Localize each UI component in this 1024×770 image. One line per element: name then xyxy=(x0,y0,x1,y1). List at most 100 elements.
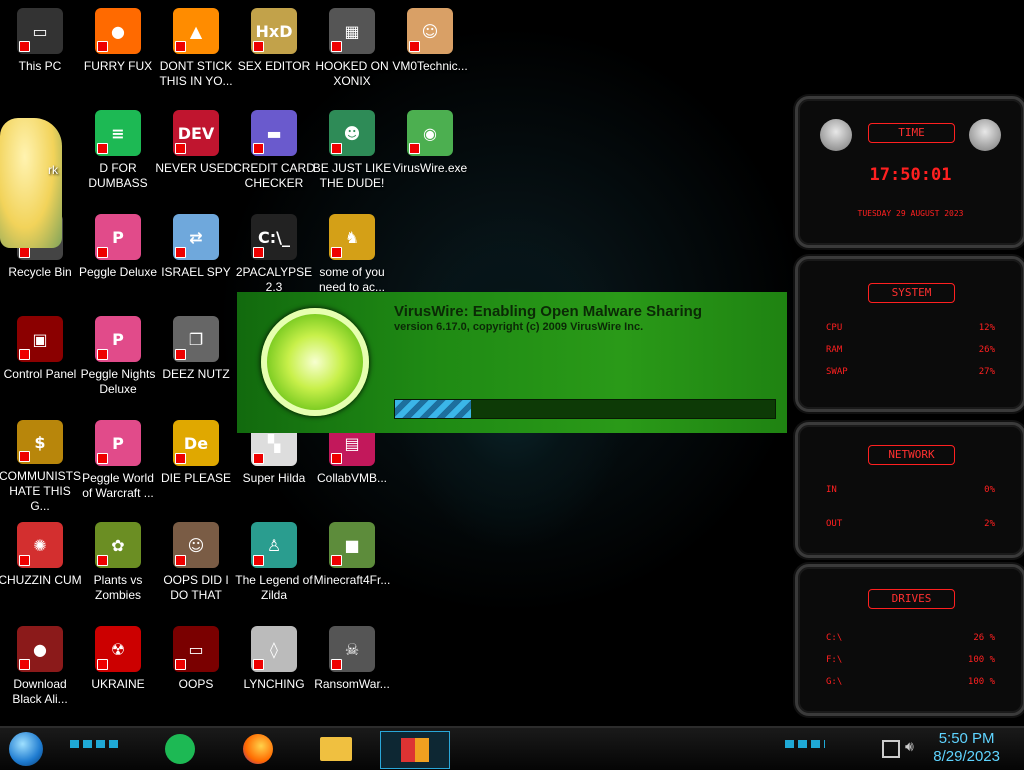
red-laptop-icon: ▭ xyxy=(173,626,219,672)
desktop-shortcut-label: BE JUST LIKE THE DUDE! xyxy=(312,161,392,190)
drives-stat-row: G:\ 100 % xyxy=(826,677,995,689)
volume-tray-icon[interactable]: 🔊︎ xyxy=(905,738,914,755)
desktop-shortcut-label: FURRY FUX xyxy=(83,59,153,73)
desktop-shortcut[interactable]: P Peggle Deluxe xyxy=(78,208,158,308)
desktop-shortcut[interactable]: ▦ HOOKED ON XONIX xyxy=(312,2,392,102)
desktop-shortcut[interactable]: DEV NEVER USED! xyxy=(155,104,237,204)
skull-icon: ☠ xyxy=(329,626,375,672)
shortcut-arrow-icon xyxy=(331,453,342,464)
drives-gadget[interactable]: DRIVES C:\ 26 % F:\ 100 % G:\ 100 % xyxy=(795,564,1024,716)
desktop-shortcut[interactable]: ☺ VM0Technic... xyxy=(390,2,470,102)
drives-stat-value: 100 % xyxy=(967,655,995,665)
shortcut-arrow-icon xyxy=(175,659,186,670)
desktop-shortcut[interactable]: HxD SEX EDITOR xyxy=(234,2,314,102)
desktop-shortcut[interactable]: ▭ This PC xyxy=(0,2,80,102)
desktop-shortcut[interactable]: ◉ VirusWire.exe xyxy=(390,104,470,204)
drives-gadget-header: DRIVES xyxy=(868,589,955,609)
shortcut-arrow-icon xyxy=(175,247,186,258)
desktop-shortcut-label: SEX EDITOR xyxy=(237,59,311,73)
taskbar: 🔊︎ 5:50 PM 8/29/2023 xyxy=(0,726,1024,770)
shortcut-arrow-icon xyxy=(19,659,30,670)
desktop-shortcut-label: NEVER USED! xyxy=(155,161,237,175)
desktop-shortcut[interactable]: P Peggle World of Warcraft ... xyxy=(78,414,158,514)
taskbar-clock[interactable]: 5:50 PM 8/29/2023 xyxy=(933,730,1000,766)
shortcut-arrow-icon xyxy=(97,41,108,52)
network-gadget-header: NETWORK xyxy=(868,445,955,465)
desktop-shortcut-label: UKRAINE xyxy=(91,677,145,691)
taskbar-firefox-button[interactable] xyxy=(238,731,278,767)
taskbar-green-app-button[interactable] xyxy=(160,731,200,767)
desktop-shortcut[interactable]: ☠ RansomWar... xyxy=(312,620,392,720)
app-window-icon xyxy=(401,738,429,762)
desktop-shortcut-label: DIE PLEASE xyxy=(160,471,232,485)
desktop-shortcut[interactable]: ♙ The Legend of Zilda xyxy=(234,516,314,616)
shortcut-arrow-icon xyxy=(409,41,420,52)
firefox-icon xyxy=(243,734,273,764)
desktop-shortcut-label: Download Black Ali... xyxy=(12,677,68,706)
network-tray-icon[interactable] xyxy=(882,740,900,758)
system-gadget-header: SYSTEM xyxy=(868,283,955,303)
taskbar-active-app-button[interactable] xyxy=(380,731,450,769)
this-pc-icon: ▭ xyxy=(17,8,63,54)
clock-date: 8/29/2023 xyxy=(933,748,1000,765)
shortcut-arrow-icon xyxy=(97,247,108,258)
rope-icon: ◊ xyxy=(251,626,297,672)
network-gadget[interactable]: NETWORK IN 0% OUT 2% xyxy=(795,422,1024,558)
shortcut-arrow-icon xyxy=(253,453,264,464)
desktop-shortcut-label: VM0Technic... xyxy=(392,59,468,73)
desktop-shortcut[interactable]: ▬ CREDIT CARD CHECKER xyxy=(233,104,315,204)
desktop-shortcut-label: D FOR DUMBASS xyxy=(88,161,148,190)
desktop-shortcut[interactable]: ✿ Plants vs Zombies xyxy=(78,516,158,616)
system-stat-value: 26% xyxy=(978,345,995,355)
desktop-shortcut[interactable]: ■ Minecraft4Fr... xyxy=(312,516,392,616)
shortcut-arrow-icon xyxy=(175,555,186,566)
green-app-icon xyxy=(165,734,195,764)
drives-stat-value: 100 % xyxy=(967,677,995,687)
desktop-shortcut[interactable]: P Peggle Nights Deluxe xyxy=(78,310,158,410)
shortcut-arrow-icon xyxy=(175,349,186,360)
doctor-icon: ☺ xyxy=(407,8,453,54)
desktop-shortcut[interactable]: ✺ CHUZZIN CUM xyxy=(0,516,82,616)
desktop-shortcut[interactable]: ▣ Control Panel xyxy=(0,310,80,410)
system-stat-label: CPU xyxy=(826,323,843,333)
shortcut-arrow-icon xyxy=(97,143,108,154)
network-stat-row: OUT 2% xyxy=(826,519,995,531)
devcpp-icon: DEV xyxy=(173,110,219,156)
alien-head-icon xyxy=(969,119,1001,151)
limewire-icon: ◉ xyxy=(407,110,453,156)
desktop-shortcut[interactable]: ● Download Black Ali... xyxy=(0,620,80,720)
system-stat-row: RAM 26% xyxy=(826,345,995,357)
system-gadget[interactable]: SYSTEM CPU 12% RAM 26% SWAP 27% xyxy=(795,256,1024,412)
network-stat-value: 2% xyxy=(984,519,995,529)
taskbar-file-explorer-button[interactable] xyxy=(316,731,356,767)
terminal-icon: C:\_ xyxy=(251,214,297,260)
shortcut-arrow-icon xyxy=(331,143,342,154)
desktop-shortcut-label: HOOKED ON XONIX xyxy=(315,59,389,88)
desktop-shortcut-label: Peggle World of Warcraft ... xyxy=(82,471,154,500)
de-icon: De xyxy=(173,420,219,466)
desktop-shortcut[interactable]: ☢ UKRAINE xyxy=(78,620,158,720)
desktop-shortcut[interactable]: ◊ LYNCHING xyxy=(234,620,314,720)
desktop-shortcut-label: DEEZ NUTZ xyxy=(162,367,230,381)
desktop-shortcut[interactable]: $ COMMUNISTS HATE THIS G... xyxy=(0,414,81,514)
shortcut-arrow-icon xyxy=(331,247,342,258)
desktop-shortcut[interactable]: ● FURRY FUX xyxy=(78,2,158,102)
desktop-shortcut[interactable]: ≡ D FOR DUMBASS xyxy=(78,104,158,204)
desktop-shortcut[interactable]: ▭ OOPS xyxy=(156,620,236,720)
shortcut-arrow-icon xyxy=(253,143,264,154)
time-gadget[interactable]: TIME 17:50:01 TUESDAY 29 AUGUST 2023 xyxy=(795,96,1024,248)
desktop-shortcut[interactable]: ☺ OOPS DID I DO THAT xyxy=(156,516,236,616)
dog-icon: ♞ xyxy=(329,214,375,260)
desktop-shortcut[interactable]: ⇄ ISRAEL SPY xyxy=(156,208,236,308)
desktop-shortcut-label: ISRAEL SPY xyxy=(161,265,231,279)
desktop-shortcut-label: The Legend of Zilda xyxy=(235,573,313,602)
drives-stat-label: C:\ xyxy=(826,633,843,643)
start-button[interactable] xyxy=(6,731,46,767)
alien-download-icon: ● xyxy=(17,626,63,672)
desktop-shortcut[interactable]: De DIE PLEASE xyxy=(156,414,236,514)
desktop-shortcut[interactable]: ☻ BE JUST LIKE THE DUDE! xyxy=(312,104,392,204)
desktop-shortcut[interactable]: ▲ DONT STICK THIS IN YO... xyxy=(156,2,236,102)
system-stat-label: SWAP xyxy=(826,367,848,377)
shortcut-arrow-icon xyxy=(97,453,108,464)
desktop-shortcut[interactable]: ❐ DEEZ NUTZ xyxy=(156,310,236,410)
